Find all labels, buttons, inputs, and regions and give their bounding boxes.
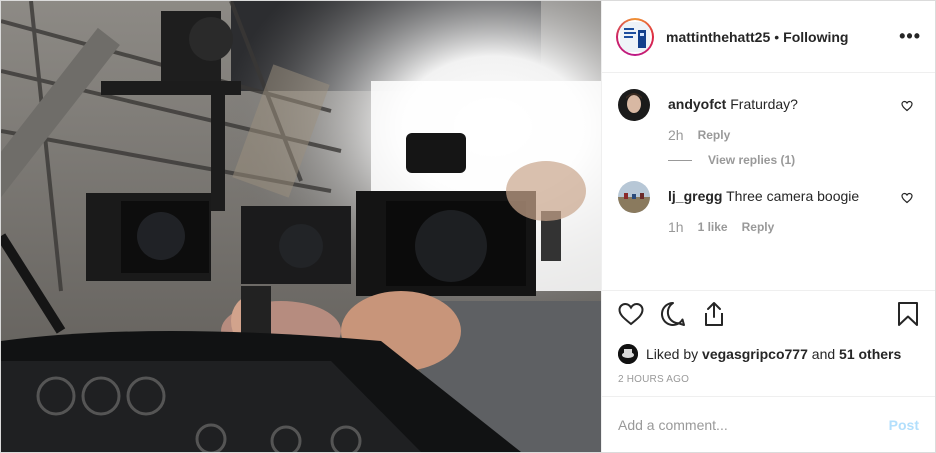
liked-by-middle: and [811,346,836,362]
post-header: mattinthehatt25 • Following ••• [602,1,935,73]
like-heart-icon[interactable] [618,302,644,331]
likes-summary: Liked by vegasgripco777 and 51 others [602,342,935,366]
liked-by-prefix: Liked by [646,346,699,362]
post-sidebar: mattinthehatt25 • Following ••• andyofct [601,1,935,452]
share-icon[interactable] [702,301,726,332]
others-count-link[interactable]: 51 others [839,346,901,362]
following-button[interactable]: Following [783,29,848,45]
comment-body: lj_gregg Three camera boogie 1h 1 like R… [668,181,898,235]
comment-meta: 2h Reply [668,127,898,143]
view-replies-label: View replies (1) [708,153,796,167]
more-dots-icon[interactable]: ••• [899,26,921,47]
comment-input[interactable] [618,416,889,433]
comment-text-row: andyofct Fraturday? [668,89,898,113]
comment-item: lj_gregg Three camera boogie 1h 1 like R… [618,181,919,235]
liker-avatar[interactable] [618,344,638,364]
avatar-photo [618,181,650,213]
comment-likes-count[interactable]: 1 like [698,220,728,234]
bookmark-icon[interactable] [897,301,919,332]
post-photo[interactable] [1,1,601,452]
comment-username[interactable]: andyofct [668,96,726,112]
comments-section: andyofct Fraturday? 2h Reply View replie… [602,73,935,290]
post-timestamp[interactable]: 2 HOURS AGO [602,366,935,396]
comment-time[interactable]: 2h [668,127,684,143]
commenter-avatar[interactable] [618,181,650,213]
comment-text-row: lj_gregg Three camera boogie [668,181,898,205]
comment-username[interactable]: lj_gregg [668,188,722,204]
liker-username[interactable]: vegasgripco777 [702,346,808,362]
comment-text: Three camera boogie [726,188,860,204]
header-separator: • [774,28,780,45]
replies-divider-line [668,159,692,161]
avatar-image [618,19,652,54]
camera-rig-photo [1,1,601,452]
comment-time[interactable]: 1h [668,219,684,235]
comment-bubble-icon[interactable] [660,301,686,332]
tardis-icon [620,21,650,52]
commenter-avatar[interactable] [618,89,650,121]
post-author-username[interactable]: mattinthehatt25 [666,29,770,45]
post-actions-bar [602,290,935,342]
comment-body: andyofct Fraturday? 2h Reply [668,89,898,143]
reply-button[interactable]: Reply [742,220,775,234]
add-comment-bar: Post [602,396,935,452]
comment-item: andyofct Fraturday? 2h Reply [618,89,919,143]
comment-like-heart-icon[interactable] [901,99,913,117]
instagram-post: mattinthehatt25 • Following ••• andyofct [0,0,936,453]
avatar-photo [618,89,650,121]
reply-button[interactable]: Reply [698,128,731,142]
profile-avatar[interactable] [616,17,654,56]
comment-meta: 1h 1 like Reply [668,219,898,235]
post-comment-button[interactable]: Post [889,417,919,433]
comment-like-heart-icon[interactable] [901,191,913,209]
view-replies-button[interactable]: View replies (1) [668,153,919,167]
comment-text: Fraturday? [730,96,798,112]
